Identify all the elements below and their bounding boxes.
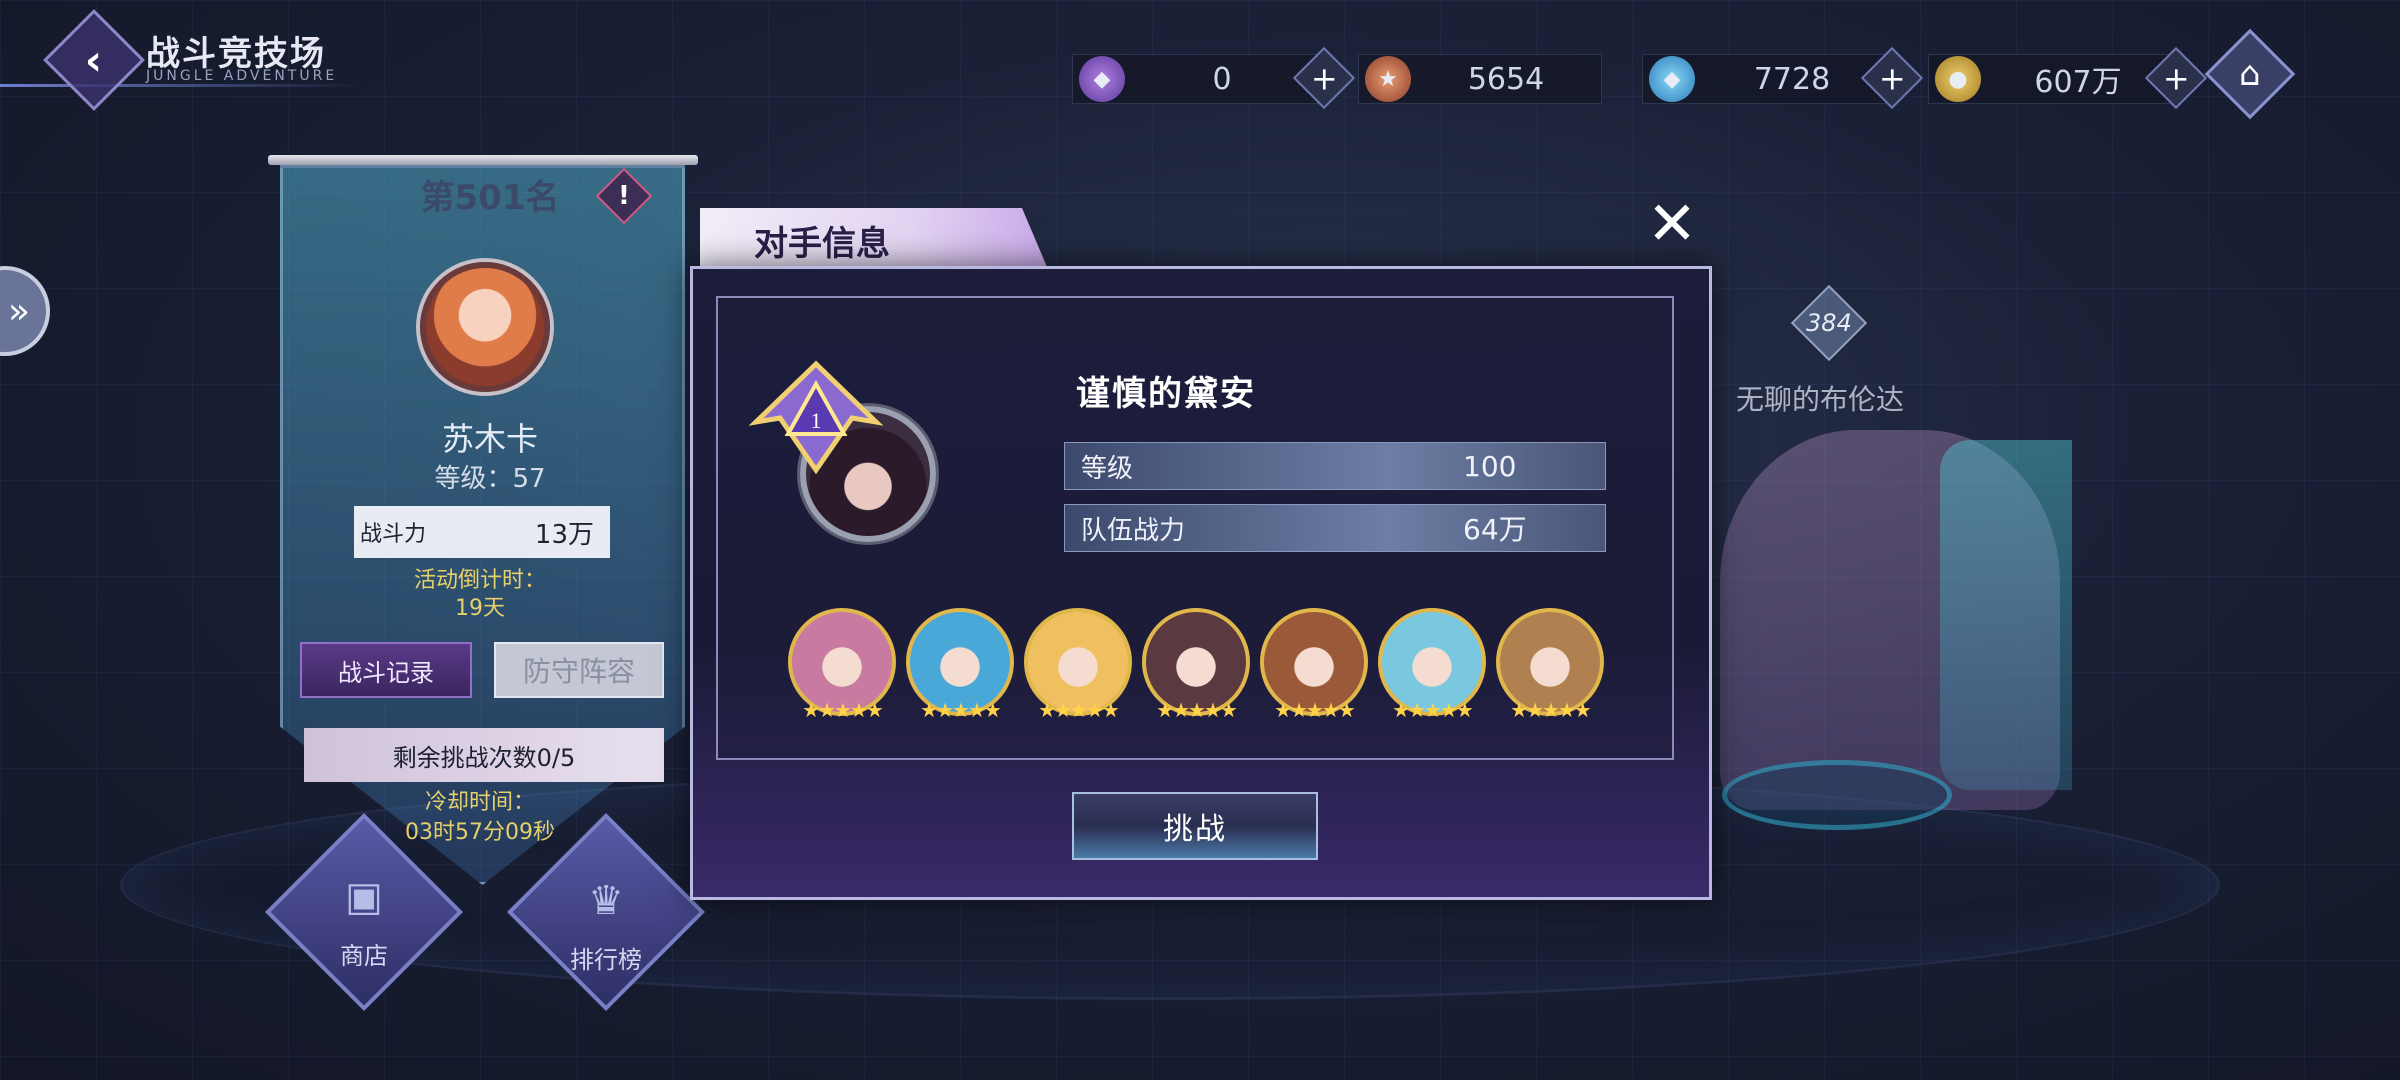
opponent-power-bar: 队伍战力 64万 xyxy=(1064,504,1606,552)
modal-title: 对手信息 xyxy=(754,224,890,264)
hero-stars: ★★★★★ xyxy=(1274,698,1356,722)
team-power-value: 64万 xyxy=(1463,513,1527,546)
bg-opponent-name[interactable]: 无聊的布伦达 xyxy=(1736,378,1904,418)
cooldown-label: 冷却时间： xyxy=(424,790,535,815)
level-label: 等级 xyxy=(1081,453,1134,484)
hero-stars: ★★★★★ xyxy=(802,698,884,722)
exclamation-icon: ! xyxy=(618,180,630,211)
cooldown-value: 03时57分09秒 xyxy=(405,820,555,845)
player-level: 等级：57 xyxy=(434,464,546,494)
currency-diamond: ◆ 7728 xyxy=(1642,54,1890,104)
player-name: 苏木卡 xyxy=(441,420,538,458)
shop-label: 商店 xyxy=(340,942,388,970)
player-power-box: 战斗力 13万 xyxy=(354,506,610,558)
currency-bronze: ★ 5654 xyxy=(1358,54,1602,104)
rank-medal-number: 1 xyxy=(811,408,822,433)
battle-record-button[interactable]: 战斗记录 xyxy=(300,642,472,698)
plus-icon: + xyxy=(2162,59,2190,97)
defense-lineup-button[interactable]: 防守阵容 xyxy=(494,642,664,698)
power-value: 13万 xyxy=(534,519,594,550)
power-label: 战斗力 xyxy=(360,522,427,547)
crown-icon: ♛ xyxy=(588,878,624,924)
level-value: 100 xyxy=(1463,449,1517,483)
plus-icon: + xyxy=(1878,59,1906,97)
banner-rod xyxy=(268,155,698,165)
blue-diamond-icon: ◆ xyxy=(1649,56,1695,102)
currency-diamond-value: 7728 xyxy=(1753,61,1831,97)
currency-bronze-value: 5654 xyxy=(1467,61,1545,97)
close-icon[interactable]: ✕ xyxy=(1644,194,1700,254)
bronze-coin-icon: ★ xyxy=(1365,56,1411,102)
bg-opponent-rank: 384 xyxy=(1806,309,1852,337)
challenge-button[interactable]: 挑战 xyxy=(1072,792,1318,860)
countdown-value: 19天 xyxy=(455,596,505,621)
team-power-label: 队伍战力 xyxy=(1081,515,1186,546)
gold-coin-icon: ● xyxy=(1935,56,1981,102)
shop-icon: ▣ xyxy=(345,874,383,920)
hero-stars: ★★★★★ xyxy=(1392,698,1474,722)
player-rank: 第501名 xyxy=(420,178,560,218)
home-icon: ⌂ xyxy=(2239,54,2261,94)
currency-crystal-value: 0 xyxy=(1212,61,1232,97)
title-underline xyxy=(0,84,360,87)
page-subtitle: JUNGLE ADVENTURE xyxy=(146,68,338,84)
bg-opponent-character-2[interactable] xyxy=(1940,440,2072,790)
back-arrow-icon: ‹ xyxy=(85,35,103,85)
hero-stars: ★★★★★ xyxy=(1510,698,1592,722)
hero-stars: ★★★★★ xyxy=(1038,698,1120,722)
currency-gold: ● 607万 xyxy=(1928,54,2176,104)
player-avatar xyxy=(420,262,550,392)
bg-opponent-stand xyxy=(1722,760,1952,830)
plus-icon: + xyxy=(1310,59,1338,97)
purple-crystal-icon: ◆ xyxy=(1079,56,1125,102)
hero-stars: ★★★★★ xyxy=(1156,698,1238,722)
remaining-challenges: 剩余挑战次数0/5 xyxy=(304,728,664,782)
ranking-label: 排行榜 xyxy=(570,946,642,974)
opponent-name: 谨慎的黛安 xyxy=(1076,374,1256,414)
hero-stars: ★★★★★ xyxy=(920,698,1002,722)
rank-medal-icon: 1 xyxy=(748,360,884,475)
opponent-level-bar: 等级 100 xyxy=(1064,442,1606,490)
currency-crystal: ◆ 0 xyxy=(1072,54,1320,104)
double-chevron-right-icon: » xyxy=(7,290,30,332)
